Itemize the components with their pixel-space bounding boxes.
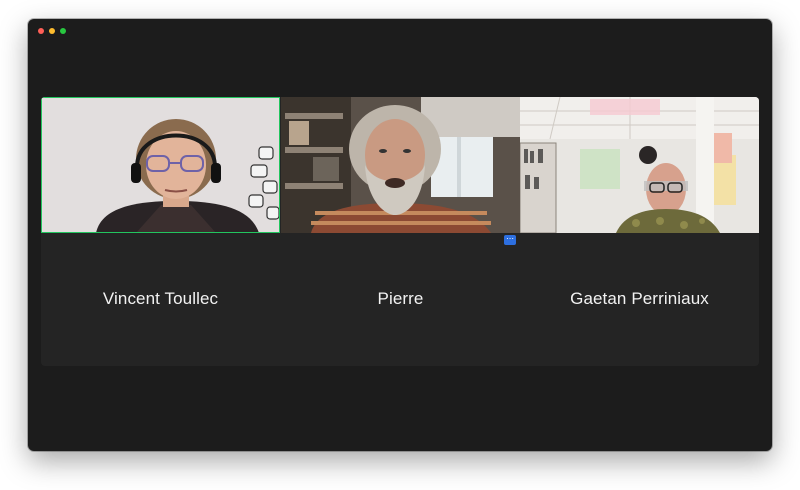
zoom-window-button[interactable] (60, 28, 66, 34)
window-controls (38, 28, 66, 34)
participant-video-tile[interactable] (520, 97, 759, 233)
participant-video-tile[interactable] (41, 97, 280, 233)
minimize-window-button[interactable] (49, 28, 55, 34)
participant-video-feed (520, 97, 759, 233)
participant-name: Gaetan Perriniaux (570, 289, 709, 308)
participant-video-feed (281, 97, 520, 233)
participant-gallery: ⋯ Vincent Toullec Pierre Gaetan Perrinia… (41, 97, 759, 366)
participant-video-feed (41, 97, 280, 233)
participant-name: Pierre (377, 289, 424, 308)
participant-name: Vincent Toullec (102, 289, 219, 308)
participant-video-tile[interactable] (281, 97, 520, 233)
close-window-button[interactable] (38, 28, 44, 34)
more-options-button[interactable]: ⋯ (504, 235, 516, 245)
meeting-window: ⋯ Vincent Toullec Pierre Gaetan Perrinia… (28, 19, 772, 451)
ellipsis-icon: ⋯ (506, 234, 514, 243)
